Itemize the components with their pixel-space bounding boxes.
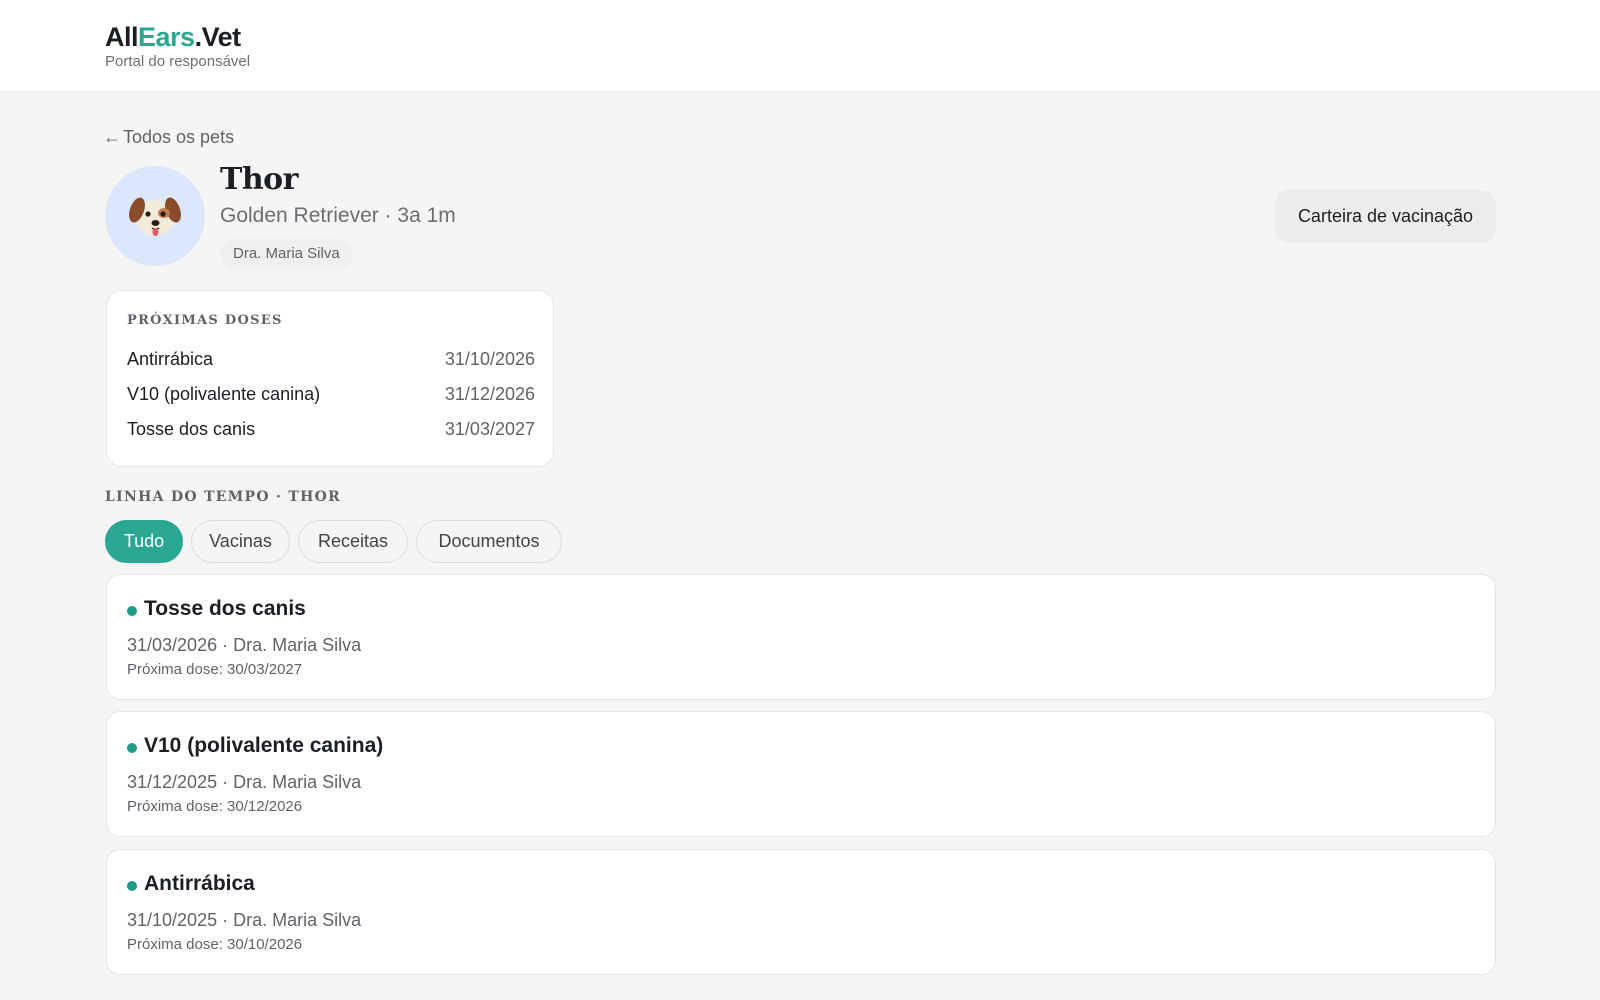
back-arrow-icon: ← — [103, 127, 121, 147]
entry-date-vet: 31/12/2025 · Dra. Maria Silva — [127, 772, 362, 792]
dose-date: 31/10/2026 — [444, 349, 535, 369]
dose-date: 31/03/2027 — [444, 419, 535, 439]
back-link-label: Todos os pets — [123, 127, 235, 147]
pet-avatar — [105, 166, 205, 266]
vaccination-card-button[interactable]: Carteira de vacinação — [1275, 190, 1496, 243]
dog-face-icon — [129, 197, 181, 236]
dose-name: Antirrábica — [127, 349, 214, 369]
pet-breed-age: Golden Retriever · 3a 1m — [220, 204, 456, 227]
brand-logo[interactable]: AllEars.Vet — [105, 22, 241, 53]
entry-next-dose: Próxima dose: 30/10/2026 — [127, 936, 303, 953]
timeline-title: LINHA DO TEMPO · THOR — [105, 489, 342, 505]
tab-prescriptions[interactable]: Receitas — [298, 520, 408, 563]
portal-subtitle: Portal do responsável — [105, 53, 251, 70]
tab-documents[interactable]: Documentos — [416, 520, 562, 563]
status-dot — [127, 743, 137, 753]
status-dot — [127, 606, 137, 616]
pet-name: Thor — [220, 162, 298, 197]
entry-next-dose: Próxima dose: 30/03/2027 — [127, 661, 303, 678]
tab-vaccines[interactable]: Vacinas — [191, 520, 290, 563]
tab-all[interactable]: Tudo — [105, 520, 183, 563]
dose-row: V10 (polivalente canina) 31/12/2026 — [127, 384, 535, 408]
dose-row: Tosse dos canis 31/03/2027 — [127, 419, 535, 443]
dose-date: 31/12/2026 — [444, 384, 535, 404]
upcoming-doses-title: PRÓXIMAS DOSES — [127, 313, 283, 328]
entry-title: Antirrábica — [144, 872, 255, 895]
dose-row: Antirrábica 31/10/2026 — [127, 349, 535, 373]
entry-title: Tosse dos canis — [144, 597, 306, 620]
status-dot — [127, 881, 137, 891]
timeline-entry[interactable]: V10 (polivalente canina) 31/12/2025 · Dr… — [106, 711, 1496, 837]
dose-name: V10 (polivalente canina) — [127, 384, 321, 404]
brand-part-ears: Ears — [138, 22, 195, 52]
top-bar: AllEars.Vet Portal do responsável — [0, 0, 1600, 92]
timeline-entry[interactable]: Tosse dos canis 31/03/2026 · Dra. Maria … — [106, 574, 1496, 700]
upcoming-doses-card: PRÓXIMAS DOSES Antirrábica 31/10/2026 V1… — [106, 290, 554, 467]
timeline-entry[interactable]: Antirrábica 31/10/2025 · Dra. Maria Silv… — [106, 849, 1496, 975]
dose-name: Tosse dos canis — [127, 419, 256, 439]
entry-title: V10 (polivalente canina) — [144, 734, 384, 757]
entry-next-dose: Próxima dose: 30/12/2026 — [127, 798, 303, 815]
brand-part-vet: .Vet — [194, 22, 242, 52]
vet-badge: Dra. Maria Silva — [220, 239, 353, 269]
entry-date-vet: 31/03/2026 · Dra. Maria Silva — [127, 635, 362, 655]
entry-date-vet: 31/10/2025 · Dra. Maria Silva — [127, 910, 362, 930]
back-to-all-pets-link[interactable]: ← Todos os pets — [103, 127, 234, 148]
brand-part-all: All — [105, 22, 139, 52]
